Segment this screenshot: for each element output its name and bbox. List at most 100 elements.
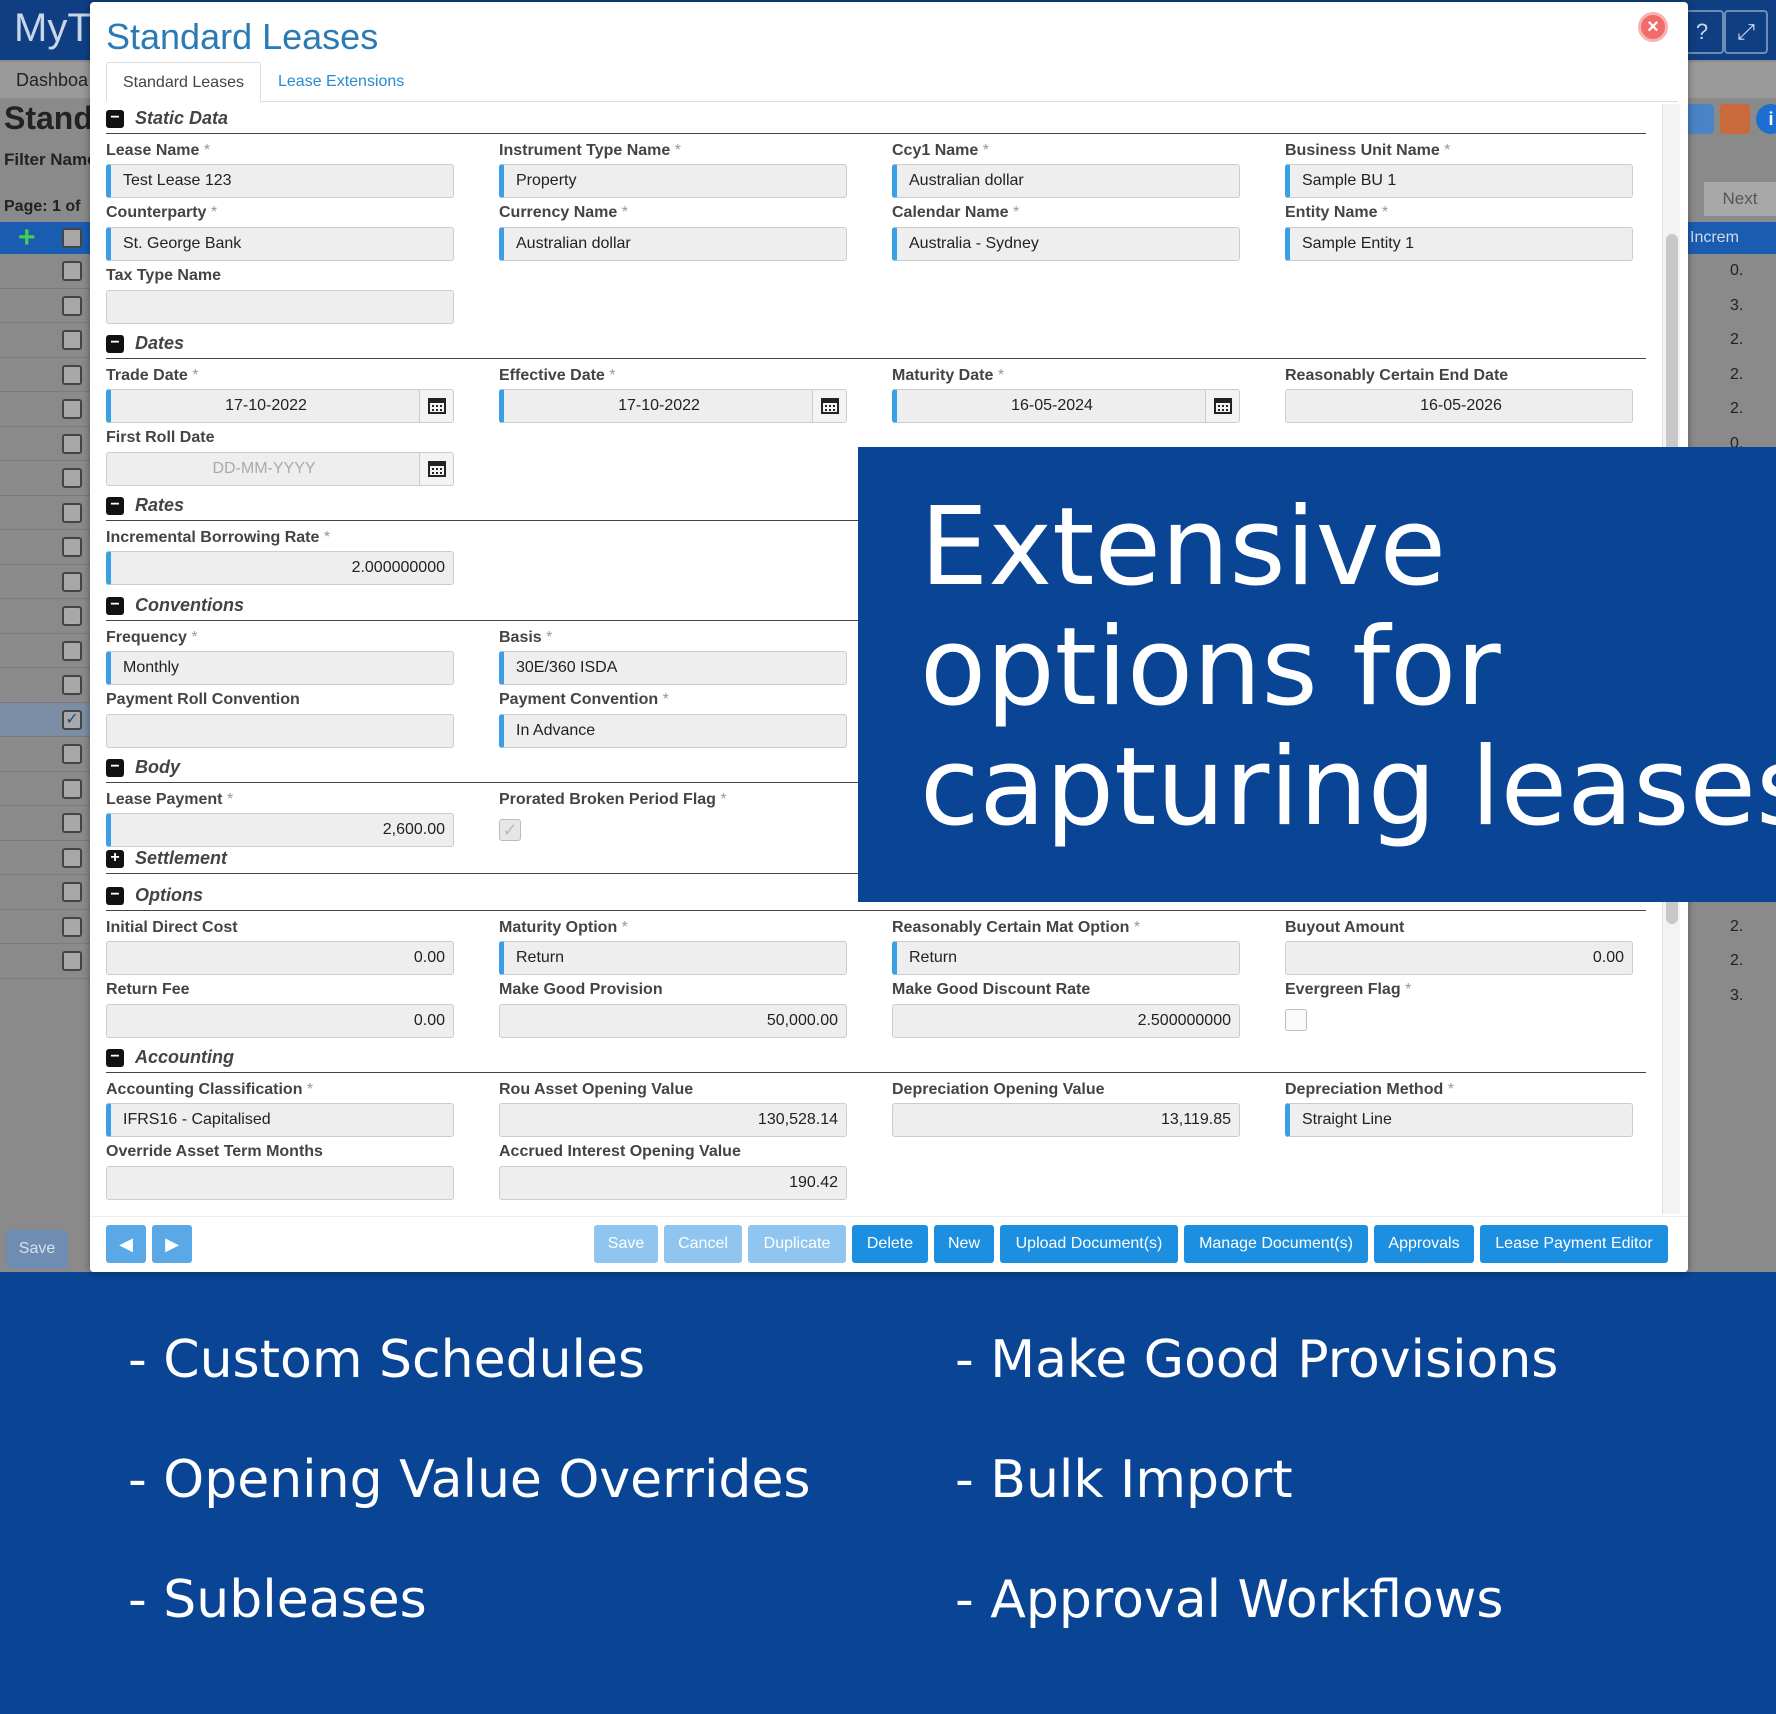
new-button[interactable]: New [934, 1225, 994, 1263]
collapse-icon[interactable]: − [106, 887, 124, 905]
return-fee-field[interactable]: 0.00 [106, 1004, 454, 1038]
calendar-name-field[interactable]: Australia - Sydney [892, 227, 1240, 261]
modal-footer: ◀ ▶ Save Cancel Duplicate Delete New Upl… [90, 1216, 1688, 1272]
basis-label: Basis * [499, 629, 553, 646]
section-title: Settlement [135, 848, 228, 868]
reasonably-certain-end-date-field[interactable]: 16-05-2026 [1285, 389, 1633, 423]
bg-row-checkbox [62, 502, 82, 523]
delete-button[interactable]: Delete [852, 1225, 928, 1263]
tab-lease-extensions[interactable]: Lease Extensions [262, 62, 420, 102]
collapse-icon[interactable]: − [106, 110, 124, 128]
reasonably-certain-end-date-label: Reasonably Certain End Date [1285, 367, 1509, 384]
calendar-icon[interactable] [1205, 390, 1239, 422]
basis-field[interactable]: 30E/360 ISDA [499, 651, 847, 685]
bg-cell-value: 3. [1730, 987, 1744, 1004]
effective-date-value: 17-10-2022 [618, 397, 700, 414]
section-accounting[interactable]: − Accounting [106, 1041, 1646, 1073]
approvals-button[interactable]: Approvals [1374, 1225, 1474, 1263]
section-title: Body [135, 757, 180, 777]
accrued-interest-opening-value-field[interactable]: 190.42 [499, 1166, 847, 1200]
bg-column-header: Increm [1686, 222, 1776, 254]
close-icon[interactable]: × [1638, 12, 1668, 42]
lease-payment-label: Lease Payment * [106, 791, 234, 808]
entity-name-label: Entity Name * [1285, 204, 1389, 221]
banner-line: capturing leases [920, 725, 1776, 850]
first-roll-date-field[interactable]: DD-MM-YYYY [106, 452, 454, 486]
banner-line: options for [920, 605, 1501, 730]
maturity-option-field[interactable]: Return [499, 941, 847, 975]
feature-approval-workflows: - Approval Workflows [955, 1570, 1504, 1630]
bg-cell-value: 3. [1730, 297, 1744, 314]
bg-row-checkbox [62, 847, 82, 868]
collapse-icon[interactable]: − [106, 497, 124, 515]
bg-cell-value: 2. [1730, 366, 1744, 383]
info-icon: i [1756, 104, 1776, 134]
entity-name-field[interactable]: Sample Entity 1 [1285, 227, 1633, 261]
section-dates[interactable]: − Dates [106, 327, 1646, 359]
incremental-borrowing-rate-field[interactable]: 2.000000000 [106, 551, 454, 585]
lease-name-label: Lease Name * [106, 142, 211, 159]
make-good-discount-rate-field[interactable]: 2.500000000 [892, 1004, 1240, 1038]
business-unit-name-label: Business Unit Name * [1285, 142, 1451, 159]
bg-cell-value: 2. [1730, 952, 1744, 969]
prorated-broken-period-checkbox[interactable]: ✓ [499, 819, 521, 841]
payment-roll-convention-field[interactable] [106, 714, 454, 748]
bg-row-checkbox [62, 261, 82, 281]
initial-direct-cost-field[interactable]: 0.00 [106, 941, 454, 975]
section-static-data[interactable]: − Static Data [106, 102, 1646, 134]
upload-documents-button[interactable]: Upload Document(s) [1000, 1225, 1178, 1263]
maturity-date-field[interactable]: 16-05-2024 [892, 389, 1240, 423]
calendar-icon[interactable] [812, 390, 846, 422]
currency-name-field[interactable]: Australian dollar [499, 227, 847, 261]
modal-title: Standard Leases [106, 16, 379, 57]
frequency-field[interactable]: Monthly [106, 651, 454, 685]
feature-opening-value-overrides: - Opening Value Overrides [128, 1450, 811, 1510]
counterparty-field[interactable]: St. George Bank [106, 227, 454, 261]
banner-line: Extensive [920, 485, 1447, 610]
override-asset-term-months-field[interactable] [106, 1166, 454, 1200]
bg-row-checkbox [62, 364, 82, 385]
collapse-icon[interactable]: − [106, 1049, 124, 1067]
rou-asset-opening-value-field[interactable]: 130,528.14 [499, 1103, 847, 1137]
buyout-amount-field[interactable]: 0.00 [1285, 941, 1633, 975]
lease-name-field[interactable]: Test Lease 123 [106, 164, 454, 198]
manage-documents-button[interactable]: Manage Document(s) [1184, 1225, 1368, 1263]
collapse-icon[interactable]: − [106, 759, 124, 777]
cancel-button[interactable]: Cancel [664, 1225, 742, 1263]
calendar-icon[interactable] [419, 453, 453, 485]
reasonably-certain-mat-option-field[interactable]: Return [892, 941, 1240, 975]
depreciation-opening-value-field[interactable]: 13,119.85 [892, 1103, 1240, 1137]
save-button[interactable]: Save [594, 1225, 658, 1263]
effective-date-field[interactable]: 17-10-2022 [499, 389, 847, 423]
tax-type-name-field[interactable] [106, 290, 454, 324]
ccy1-name-field[interactable]: Australian dollar [892, 164, 1240, 198]
section-title: Accounting [135, 1047, 234, 1067]
instrument-type-name-field[interactable]: Property [499, 164, 847, 198]
feature-make-good-provisions: - Make Good Provisions [955, 1330, 1559, 1390]
bg-next-button: Next [1704, 182, 1776, 216]
trade-date-field[interactable]: 17-10-2022 [106, 389, 454, 423]
tab-standard-leases[interactable]: Standard Leases [106, 62, 261, 102]
business-unit-name-field[interactable]: Sample BU 1 [1285, 164, 1633, 198]
next-record-button[interactable]: ▶ [152, 1225, 192, 1263]
bg-cell-value: 2. [1730, 918, 1744, 935]
trade-date-value: 17-10-2022 [225, 397, 307, 414]
expand-icon[interactable]: + [106, 850, 124, 868]
depreciation-method-field[interactable]: Straight Line [1285, 1103, 1633, 1137]
lease-payment-editor-button[interactable]: Lease Payment Editor [1480, 1225, 1668, 1263]
bg-row-checkbox [62, 951, 82, 971]
duplicate-button[interactable]: Duplicate [748, 1225, 846, 1263]
evergreen-flag-checkbox[interactable] [1285, 1009, 1307, 1031]
collapse-icon[interactable]: − [106, 335, 124, 353]
bg-row-checkbox [62, 606, 82, 626]
feature-bulk-import: - Bulk Import [955, 1450, 1293, 1510]
previous-record-button[interactable]: ◀ [106, 1225, 146, 1263]
bg-row-checkbox [62, 813, 82, 833]
make-good-provision-field[interactable]: 50,000.00 [499, 1004, 847, 1038]
accounting-classification-field[interactable]: IFRS16 - Capitalised [106, 1103, 454, 1137]
frequency-label: Frequency * [106, 629, 198, 646]
bg-filter-label: Filter Name [4, 150, 97, 169]
payment-convention-field[interactable]: In Advance [499, 714, 847, 748]
collapse-icon[interactable]: − [106, 597, 124, 615]
calendar-icon[interactable] [419, 390, 453, 422]
